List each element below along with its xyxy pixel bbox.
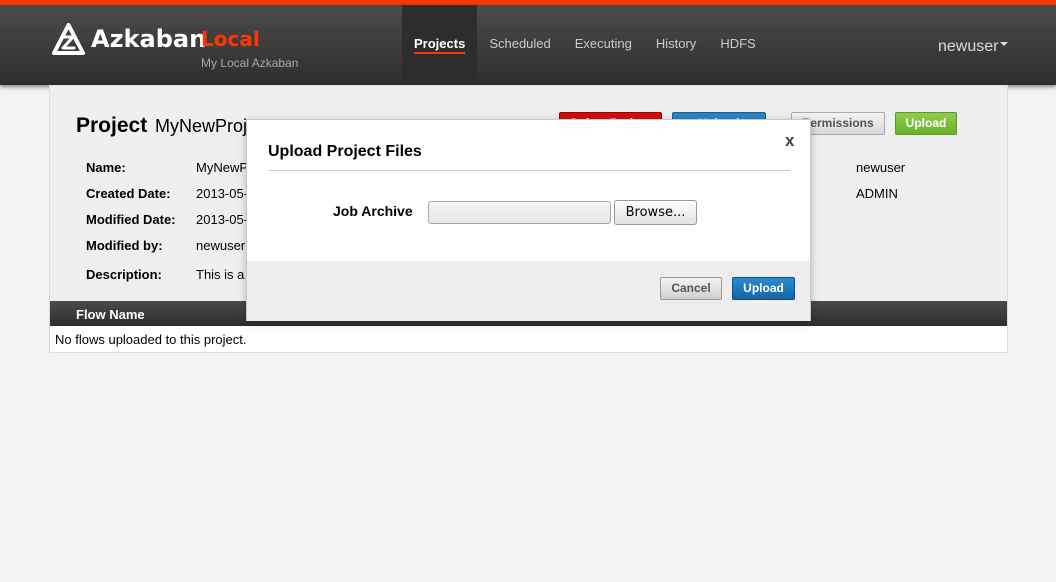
modal-title: Upload Project Files <box>268 143 422 160</box>
job-archive-label: Job Archive <box>333 203 413 219</box>
nav-item-label: Projects <box>414 36 466 54</box>
modified-by-value: newuser <box>196 238 246 253</box>
description-label: Description: <box>86 267 162 282</box>
description-value: This is a <box>196 267 245 282</box>
project-heading: Project <box>76 114 148 137</box>
azkaban-logo-icon <box>52 23 85 55</box>
name-value: MyNewP <box>196 160 249 175</box>
nav-item-executing[interactable]: Executing <box>563 5 644 85</box>
modal-upload-button[interactable]: Upload <box>732 277 795 300</box>
brand-env-label: Local <box>201 27 260 51</box>
nav-item-scheduled[interactable]: Scheduled <box>477 5 562 85</box>
brand-name: Azkaban <box>91 25 207 53</box>
nav-item-history[interactable]: History <box>644 5 708 85</box>
name-label: Name: <box>86 160 126 175</box>
created-date-value: 2013-05- <box>196 186 249 201</box>
upload-button[interactable]: Upload <box>895 112 957 135</box>
nav-item-label: HDFS <box>720 36 756 51</box>
job-archive-file-field[interactable] <box>428 201 611 224</box>
flows-empty-message: No flows uploaded to this project. <box>55 332 247 347</box>
upload-modal: Upload Project Files x Job Archive Brows… <box>246 119 811 321</box>
project-owner-value: newuser <box>856 160 906 175</box>
browse-button[interactable]: Browse... <box>614 200 697 225</box>
close-icon[interactable]: x <box>785 131 794 151</box>
main-nav: Projects Scheduled Executing History HDF… <box>402 5 768 85</box>
nav-item-projects[interactable]: Projects <box>402 5 478 85</box>
modified-date-label: Modified Date: <box>86 212 176 227</box>
project-permission-value: ADMIN <box>856 186 898 201</box>
user-menu[interactable]: newuser <box>938 38 1009 56</box>
brand-subtitle: My Local Azkaban <box>201 56 299 70</box>
caret-down-icon <box>1000 41 1009 46</box>
flow-name-column: Flow Name <box>76 307 145 322</box>
flow-table-row: No flows uploaded to this project. <box>50 326 1007 352</box>
nav-item-label: Executing <box>574 36 632 51</box>
nav-item-hdfs[interactable]: HDFS <box>708 5 767 85</box>
nav-item-label: History <box>655 36 697 51</box>
nav-item-label: Scheduled <box>489 36 551 51</box>
modal-footer: Cancel Upload <box>247 261 810 321</box>
cancel-button[interactable]: Cancel <box>660 277 722 300</box>
modified-date-value: 2013-05- <box>196 212 249 227</box>
modal-divider <box>268 170 790 171</box>
project-name: MyNewProj <box>155 116 248 136</box>
navbar: Azkaban Local My Local Azkaban Projects … <box>0 5 1056 85</box>
user-menu-label: newuser <box>938 38 999 55</box>
created-date-label: Created Date: <box>86 186 171 201</box>
modified-by-label: Modified by: <box>86 238 163 253</box>
